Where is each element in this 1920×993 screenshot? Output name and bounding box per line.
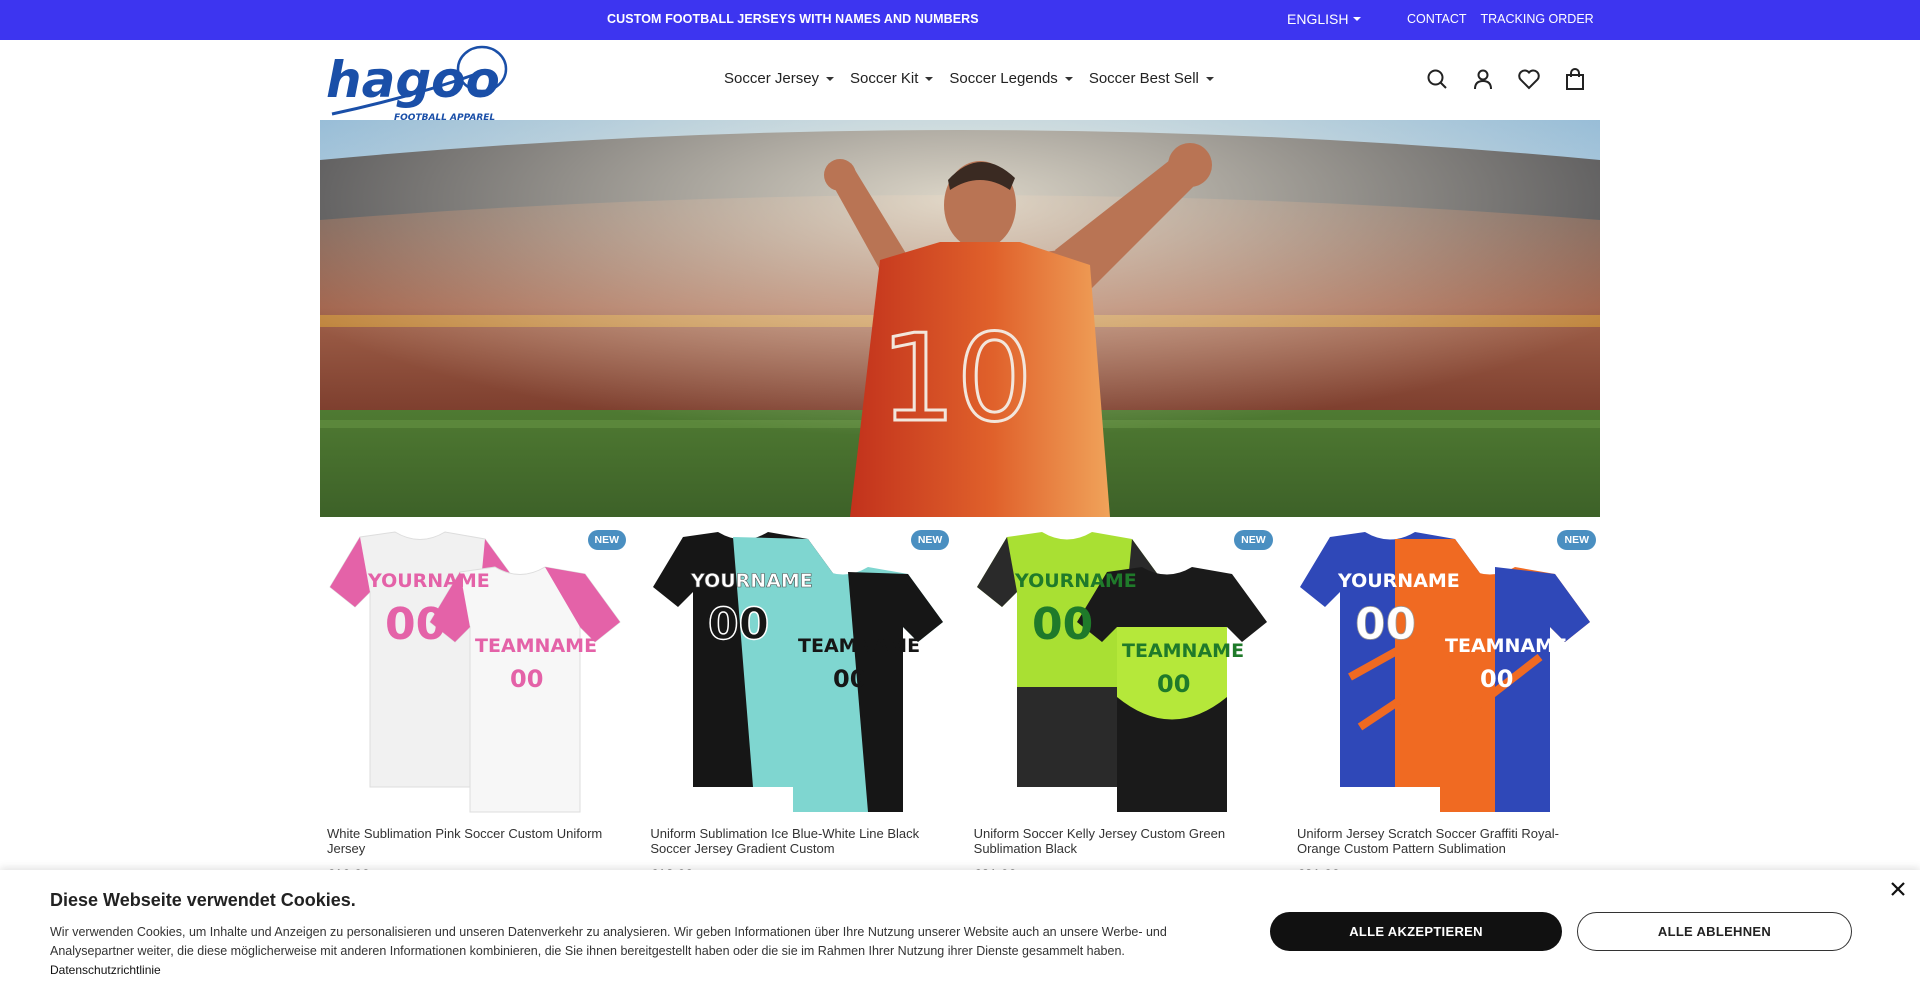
logo-text: hagoo: [326, 51, 500, 109]
contact-link[interactable]: CONTACT: [1407, 12, 1467, 26]
logo[interactable]: hagoo FOOTBALL APPAREL: [322, 42, 512, 124]
chevron-down-icon: [925, 76, 934, 81]
site-header: hagoo FOOTBALL APPAREL Soccer Jersey Soc…: [0, 40, 1920, 123]
jersey-number-print: 00: [1032, 599, 1093, 650]
cookie-banner: Diese Webseite verwendet Cookies. Wir ve…: [0, 870, 1920, 993]
chevron-down-icon: [1205, 76, 1214, 81]
language-label: ENGLISH: [1287, 11, 1349, 27]
search-icon[interactable]: [1425, 67, 1449, 91]
jersey-team-print: TEAMNAME: [475, 635, 597, 657]
nav-label: Soccer Kit: [850, 70, 919, 87]
close-icon[interactable]: [1889, 880, 1907, 898]
privacy-policy-link[interactable]: Datenschutzrichtlinie: [50, 963, 161, 977]
cookie-title: Diese Webseite verwendet Cookies.: [50, 890, 356, 910]
product-image[interactable]: YOURNAME 00 TEAMNAME 00 NEW: [320, 527, 630, 817]
product-card[interactable]: YOURNAME 00 TEAMNAME 00 NEW Uniform Subl…: [643, 527, 953, 882]
announcement-bar: CUSTOM FOOTBALL JERSEYS WITH NAMES AND N…: [0, 0, 1920, 40]
nav-soccer-kit[interactable]: Soccer Kit: [850, 70, 934, 87]
product-image[interactable]: YOURNAME 00 TEAMNAME 00 NEW: [1290, 527, 1600, 817]
nav-label: Soccer Best Sell: [1088, 70, 1199, 87]
top-links: CONTACT TRACKING ORDER: [1407, 12, 1594, 26]
jersey-number-print: 00: [708, 599, 769, 650]
hero-jersey-number: 10: [880, 310, 1033, 449]
jersey-team-print: TEAMNAME: [798, 635, 920, 657]
accept-all-button[interactable]: ALLE AKZEPTIEREN: [1270, 912, 1562, 951]
product-title[interactable]: Uniform Soccer Kelly Jersey Custom Green…: [974, 826, 1259, 856]
wishlist-heart-icon[interactable]: [1517, 67, 1541, 91]
promo-text: CUSTOM FOOTBALL JERSEYS WITH NAMES AND N…: [607, 12, 979, 26]
header-actions: [1425, 67, 1587, 91]
jersey-number-print: 00: [833, 665, 866, 693]
jersey-name-print: YOURNAME: [690, 570, 813, 592]
product-title[interactable]: White Sublimation Pink Soccer Custom Uni…: [327, 826, 612, 856]
nav-soccer-legends[interactable]: Soccer Legends: [949, 70, 1073, 87]
jersey-number-print: 00: [1157, 670, 1190, 698]
product-title[interactable]: Uniform Sublimation Ice Blue-White Line …: [650, 826, 935, 856]
product-card[interactable]: YOURNAME 00 TEAMNAME 00 NEW White Sublim…: [320, 527, 630, 882]
product-image[interactable]: YOURNAME 00 TEAMNAME 00 NEW: [643, 527, 953, 817]
new-badge: NEW: [587, 530, 626, 550]
jersey-number-print: 00: [1480, 665, 1513, 693]
cart-bag-icon[interactable]: [1563, 67, 1587, 91]
product-card[interactable]: YOURNAME 00 TEAMNAME 00 NEW Uniform Socc…: [967, 527, 1277, 882]
product-image[interactable]: YOURNAME 00 TEAMNAME 00 NEW: [967, 527, 1277, 817]
jersey-name-print: YOURNAME: [1014, 570, 1137, 592]
reject-all-button[interactable]: ALLE ABLEHNEN: [1577, 912, 1852, 951]
new-badge: NEW: [910, 530, 950, 550]
tracking-order-link[interactable]: TRACKING ORDER: [1481, 12, 1594, 26]
nav-soccer-jersey[interactable]: Soccer Jersey: [724, 70, 835, 87]
jersey-team-print: TEAMNAME: [1122, 640, 1244, 662]
jersey-number-print: 00: [385, 599, 446, 650]
chevron-down-icon: [1064, 76, 1073, 81]
jersey-name-print: YOURNAME: [1337, 570, 1460, 592]
language-selector[interactable]: ENGLISH: [1287, 11, 1362, 27]
nav-label: Soccer Legends: [949, 70, 1058, 87]
chevron-down-icon: [1353, 17, 1362, 21]
account-icon[interactable]: [1471, 67, 1495, 91]
jersey-team-print: TEAMNAME: [1445, 635, 1567, 657]
hero-banner[interactable]: 10: [320, 120, 1600, 517]
nav-label: Soccer Jersey: [724, 70, 820, 87]
main-nav: Soccer Jersey Soccer Kit Soccer Legends …: [724, 70, 1214, 87]
nav-soccer-best-sell[interactable]: Soccer Best Sell: [1089, 70, 1214, 87]
jersey-number-print: 00: [1355, 599, 1416, 650]
product-grid: YOURNAME 00 TEAMNAME 00 NEW White Sublim…: [320, 527, 1600, 882]
product-title[interactable]: Uniform Jersey Scratch Soccer Graffiti R…: [1297, 826, 1582, 856]
jersey-number-print: 00: [510, 665, 543, 693]
new-badge: NEW: [1557, 530, 1596, 550]
jersey-name-print: YOURNAME: [367, 570, 490, 592]
chevron-down-icon: [826, 76, 835, 81]
cookie-text: Wir verwenden Cookies, um Inhalte und An…: [50, 925, 1167, 958]
product-card[interactable]: YOURNAME 00 TEAMNAME 00 NEW Uniform Jers…: [1290, 527, 1600, 882]
new-badge: NEW: [1234, 530, 1273, 550]
